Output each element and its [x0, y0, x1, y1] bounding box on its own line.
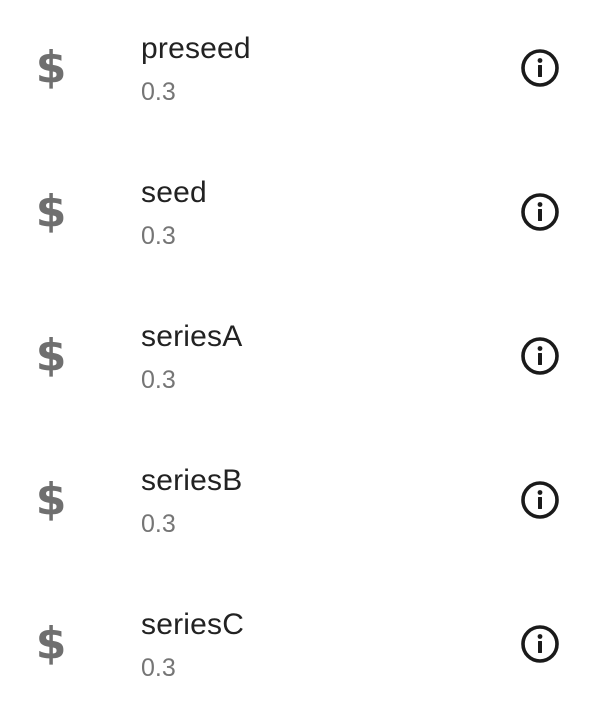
- dollar-icon: $: [35, 42, 67, 93]
- dollar-icon: $: [35, 330, 67, 381]
- list-item-label: seed: [141, 176, 207, 209]
- dollar-icon: $: [35, 186, 67, 237]
- list-item-label: preseed: [141, 32, 251, 65]
- info-button[interactable]: [512, 189, 568, 235]
- list-item[interactable]: $ seriesB 0.3: [0, 432, 591, 576]
- info-icon: [521, 337, 559, 375]
- list-item-value: 0.3: [141, 222, 176, 250]
- info-button[interactable]: [512, 477, 568, 523]
- funding-round-list: $ preseed 0.3 $ seed 0.3 $ seriesA 0.3 $…: [0, 0, 591, 721]
- info-button[interactable]: [512, 45, 568, 91]
- info-button[interactable]: [512, 333, 568, 379]
- info-icon: [521, 193, 559, 231]
- dollar-icon: $: [35, 618, 67, 669]
- info-button[interactable]: [512, 621, 568, 667]
- list-item[interactable]: $ seriesC 0.3: [0, 576, 591, 720]
- list-item-label: seriesB: [141, 464, 243, 497]
- info-icon: [521, 49, 559, 87]
- list-item-value: 0.3: [141, 510, 176, 538]
- info-icon: [521, 481, 559, 519]
- list-item[interactable]: $ seed 0.3: [0, 144, 591, 288]
- list-item-value: 0.3: [141, 78, 176, 106]
- list-item-value: 0.3: [141, 654, 176, 682]
- info-icon: [521, 625, 559, 663]
- list-item-value: 0.3: [141, 366, 176, 394]
- list-item[interactable]: $ seriesA 0.3: [0, 288, 591, 432]
- list-item-label: seriesC: [141, 608, 245, 641]
- dollar-icon: $: [35, 474, 67, 525]
- list-item[interactable]: $ preseed 0.3: [0, 0, 591, 144]
- list-item-label: seriesA: [141, 320, 243, 353]
